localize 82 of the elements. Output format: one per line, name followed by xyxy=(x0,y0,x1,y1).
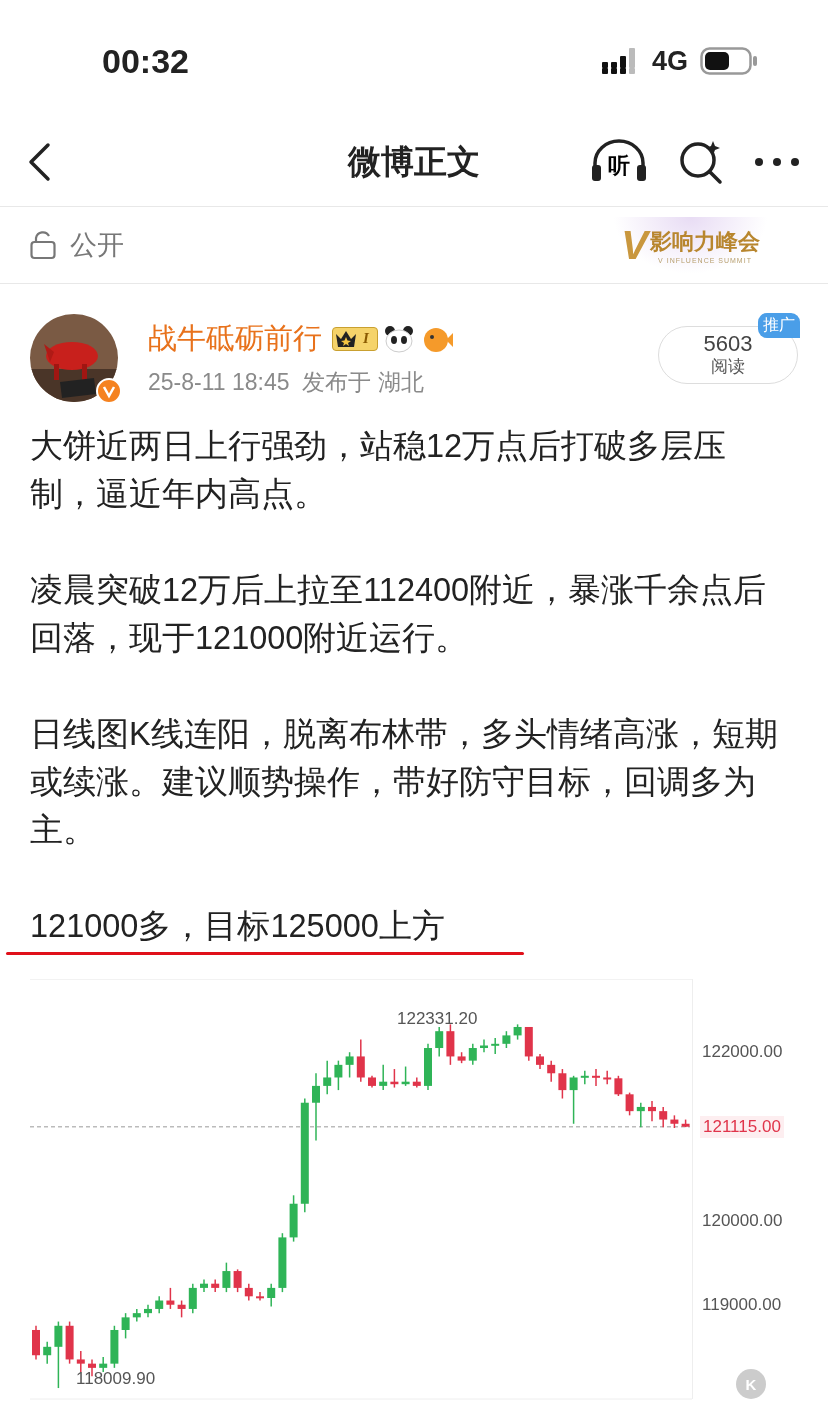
candle xyxy=(603,1070,612,1085)
candle xyxy=(379,1064,388,1091)
candle xyxy=(558,1068,567,1100)
post-paragraph: 日线图K线连阳，脱离布林带，多头情绪高涨，短期或续涨。建议顺势操作，带好防守目标，回调多为主。 xyxy=(30,715,779,850)
candle xyxy=(267,1282,276,1308)
candle xyxy=(401,1065,410,1087)
candle xyxy=(110,1325,119,1369)
panda-icon xyxy=(383,324,414,353)
post-meta: 25-8-11 18:45 发布于 湖北 xyxy=(148,367,425,397)
candle xyxy=(177,1299,186,1319)
page-title: 微博正文 xyxy=(348,141,480,182)
candle xyxy=(166,1287,175,1310)
candle xyxy=(592,1068,600,1087)
candle xyxy=(334,1059,343,1091)
search-icon[interactable] xyxy=(678,139,724,185)
candle xyxy=(144,1304,152,1319)
promo-badge: 推广 xyxy=(758,313,800,338)
candle xyxy=(648,1100,656,1122)
candle xyxy=(356,1038,365,1083)
candle xyxy=(457,1051,466,1064)
candle xyxy=(580,1070,589,1085)
axis-label: 122000.00 xyxy=(702,1042,783,1063)
last-price-label: 121115.00 xyxy=(700,1115,784,1138)
candle xyxy=(681,1118,690,1128)
battery-icon xyxy=(700,47,758,75)
low-label: 118009.90 xyxy=(76,1369,156,1389)
candle xyxy=(491,1037,500,1055)
lock-icon xyxy=(30,230,56,260)
candle xyxy=(468,1043,477,1066)
candle xyxy=(155,1295,164,1314)
candle xyxy=(244,1282,253,1302)
candle xyxy=(345,1051,354,1079)
candle xyxy=(222,1261,231,1293)
candle xyxy=(502,1030,511,1049)
candle xyxy=(636,1102,645,1128)
candle xyxy=(670,1114,679,1129)
level-badge: I xyxy=(332,326,378,351)
candle xyxy=(312,1072,320,1142)
candle xyxy=(625,1091,634,1117)
candle xyxy=(480,1038,488,1053)
candle xyxy=(121,1312,130,1340)
axis-label: 119000.00 xyxy=(702,1294,782,1315)
visibility-label: 公开 xyxy=(70,229,124,262)
candle xyxy=(524,1026,533,1062)
candle xyxy=(536,1053,544,1070)
listen-button[interactable]: 听 xyxy=(590,139,648,185)
post-paragraph: 大饼近两日上行强劲，站稳12万点后打破多层压制，逼近年内高点。 xyxy=(30,427,728,514)
candle xyxy=(54,1320,63,1389)
candle xyxy=(368,1075,376,1089)
candle xyxy=(188,1282,197,1314)
post-paragraph: 121000多，目标125000上方 xyxy=(30,907,446,946)
candle xyxy=(435,1026,444,1058)
candle xyxy=(659,1106,668,1128)
candle xyxy=(200,1278,208,1293)
candle xyxy=(76,1350,85,1373)
candle xyxy=(43,1341,52,1365)
candle xyxy=(323,1059,332,1096)
candle xyxy=(412,1076,421,1089)
candle xyxy=(446,1023,455,1066)
candle xyxy=(547,1059,556,1083)
candle xyxy=(211,1278,220,1293)
post-paragraph: 凌晨突破12万后上拉至112400附近，暴涨千余点后回落，现于121000附近运行。 xyxy=(30,571,768,658)
candle xyxy=(32,1325,40,1361)
high-label: 122331.20 xyxy=(397,1009,478,1029)
candle xyxy=(99,1356,108,1373)
candle xyxy=(424,1043,432,1091)
candle xyxy=(278,1232,287,1293)
candle xyxy=(513,1023,522,1041)
axis-label: 120000.00 xyxy=(702,1210,783,1231)
candle xyxy=(614,1075,623,1097)
candle xyxy=(233,1268,242,1293)
candle xyxy=(256,1291,264,1302)
back-icon[interactable] xyxy=(26,142,52,182)
status-time: 00:32 xyxy=(102,41,189,81)
candle xyxy=(390,1068,399,1089)
more-icon[interactable] xyxy=(754,157,800,167)
candle xyxy=(65,1320,74,1365)
network-label: 4G xyxy=(651,45,688,77)
candle xyxy=(132,1308,141,1323)
candle xyxy=(569,1075,578,1125)
author-name[interactable]: 战牛砥砺前行 xyxy=(148,318,322,359)
candle xyxy=(289,1194,298,1243)
